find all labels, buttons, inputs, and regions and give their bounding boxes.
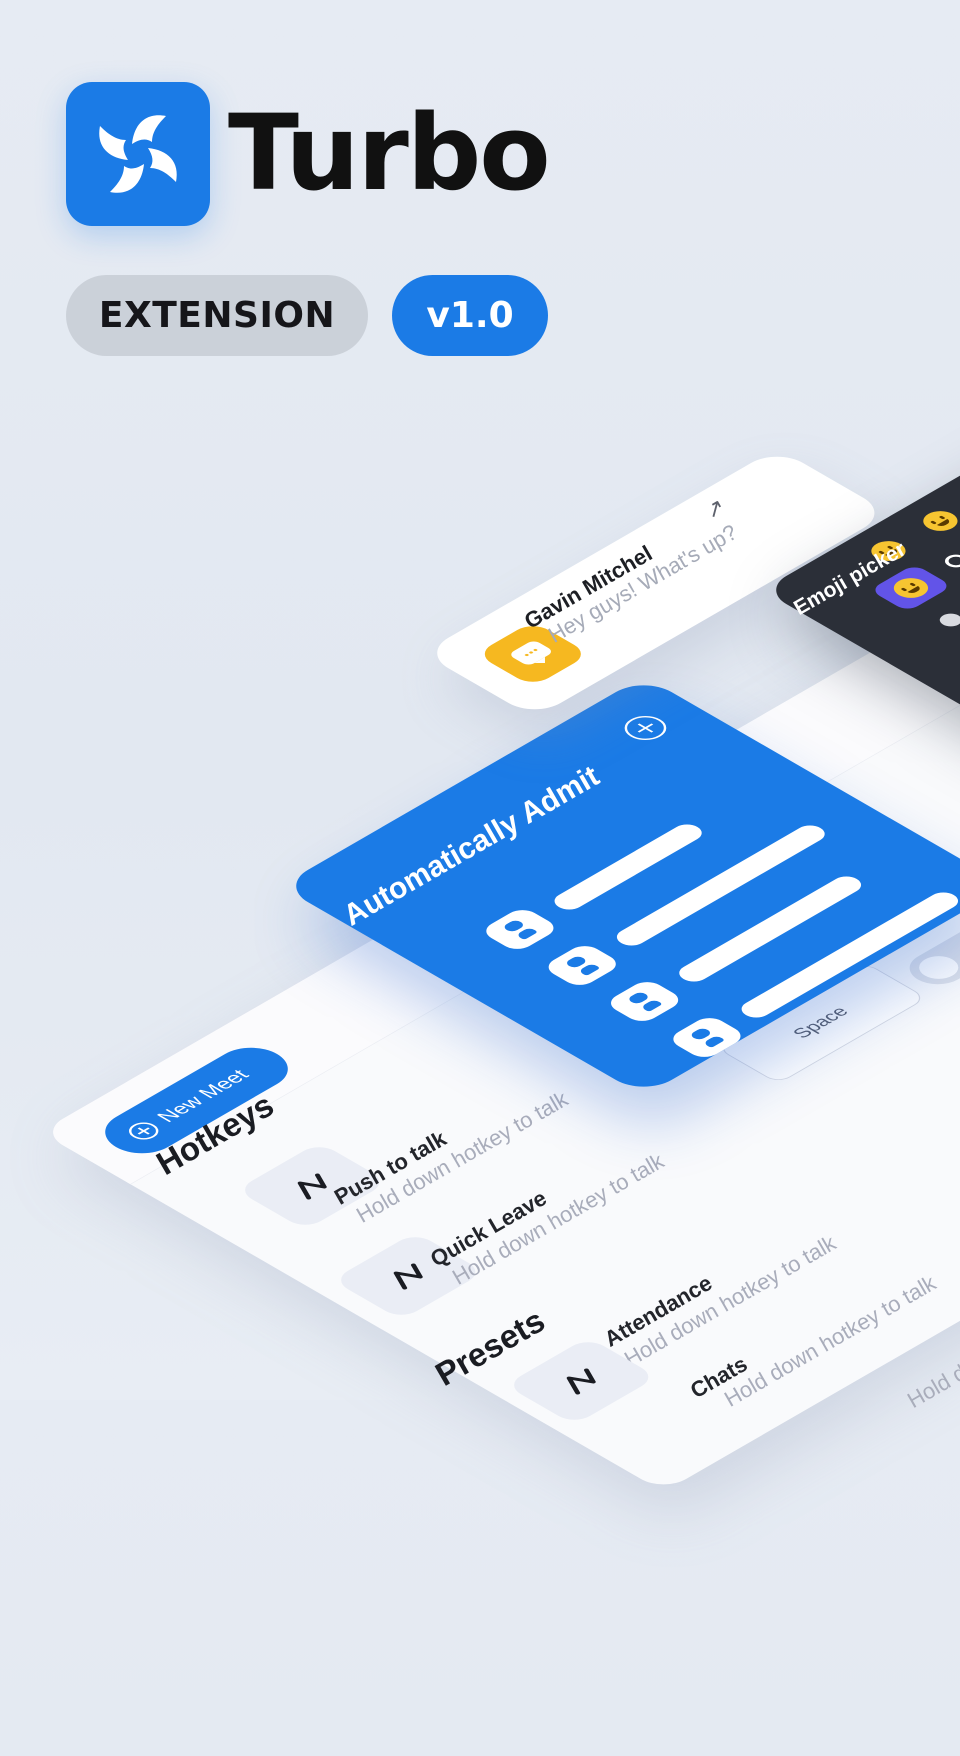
- fan-icon: [99, 115, 177, 193]
- hotkey-key-label: Space: [788, 1004, 854, 1042]
- person-icon: [479, 906, 561, 953]
- person-icon: [541, 942, 623, 989]
- list-item-bar: [610, 822, 831, 949]
- person-icon: [603, 978, 686, 1025]
- brand-name: Turbo: [228, 92, 551, 214]
- face-category-icon[interactable]: [935, 611, 960, 629]
- turbo-logo-icon: [66, 82, 210, 226]
- recent-icon[interactable]: [940, 552, 960, 570]
- add-circle-icon[interactable]: [616, 711, 675, 745]
- smile-emoji-icon: [886, 574, 936, 602]
- version-badge: v1.0: [392, 275, 548, 356]
- extension-badge: EXTENSION: [66, 275, 368, 356]
- add-circle-icon: [122, 1119, 165, 1143]
- grin-emoji-icon[interactable]: [916, 507, 960, 535]
